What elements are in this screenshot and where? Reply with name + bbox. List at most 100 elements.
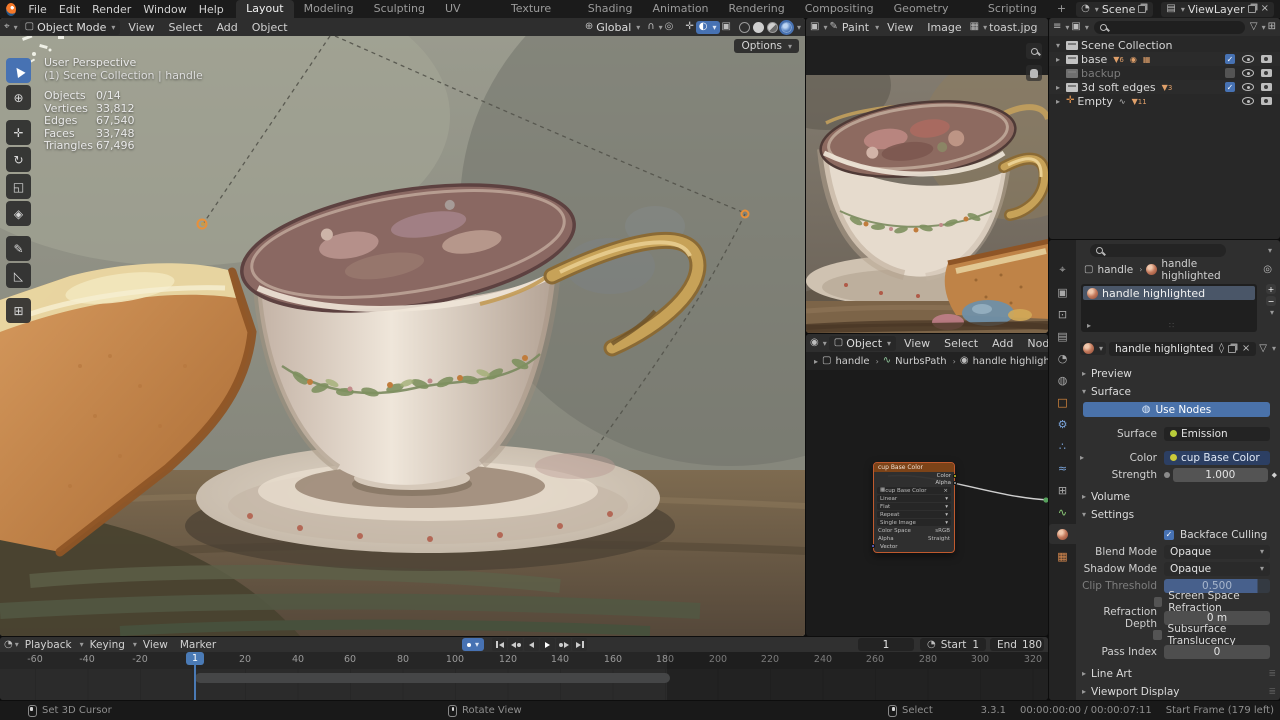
viewport-menu-object[interactable]: Object [246, 21, 294, 34]
collection-name[interactable]: Scene Collection [1081, 39, 1172, 52]
viewport-menu-add[interactable]: Add [210, 21, 243, 34]
panel-viewport-display[interactable]: ▸Viewport Display≣ [1080, 684, 1276, 699]
overlays-toggle[interactable]: ◐▾ [696, 21, 720, 34]
panel-line-art[interactable]: ▸Line Art≣ [1080, 666, 1276, 681]
node-image-selector[interactable]: ▦cup Base Color× [877, 487, 951, 494]
play-reverse-button[interactable] [524, 638, 539, 651]
disclosure-icon[interactable]: ▸ [1053, 55, 1063, 64]
tab-render-icon[interactable]: ▣ [1049, 282, 1076, 302]
new-collection-icon[interactable]: ⊞ [1268, 22, 1276, 32]
gizmo-toggle-icon[interactable]: ✛ [685, 22, 693, 32]
material-slot-list[interactable]: handle highlighted ▸ ∷ [1081, 284, 1257, 332]
panel-preview[interactable]: ▸Preview [1080, 366, 1276, 381]
mode-dropdown[interactable]: ▢ Object Mode ▾ [20, 20, 121, 35]
alpha-socket-icon[interactable] [953, 481, 957, 485]
node-projection-dropdown[interactable]: Flat▾ [877, 503, 951, 510]
hide-eye-icon[interactable] [1242, 97, 1254, 105]
shading-rendered-icon[interactable] [781, 22, 792, 33]
image-menu-image[interactable]: Image [921, 21, 967, 34]
sss-checkbox[interactable] [1153, 630, 1162, 640]
workspace-tab-modeling[interactable]: Modeling [294, 0, 364, 18]
jump-to-end-button[interactable] [572, 638, 587, 651]
strength-slider[interactable]: 1.000 [1173, 468, 1268, 482]
tab-modifiers-icon[interactable]: ⚙ [1049, 414, 1076, 434]
material-browse-dropdown[interactable]: ▾ [1080, 342, 1106, 355]
workspace-tab-scripting[interactable]: Scripting [978, 0, 1047, 18]
workspace-tab-layout[interactable]: Layout [236, 0, 293, 18]
proportional-edit-icon[interactable]: ◎ [665, 22, 674, 32]
tool-add-cube[interactable]: ⊞ [6, 298, 31, 323]
tool-transform[interactable]: ◈ [6, 201, 31, 226]
tab-tool-icon[interactable]: ⌖ [1049, 260, 1076, 280]
end-frame-field[interactable]: End180 [990, 638, 1044, 651]
tab-scene-icon[interactable]: ◔ [1049, 348, 1076, 368]
collection-name[interactable]: backup [1081, 67, 1121, 80]
toast-image-preview[interactable] [806, 75, 1048, 333]
shader-menu-view[interactable]: View [898, 337, 936, 350]
unlink-icon[interactable]: × [1242, 344, 1250, 354]
surface-shader-field[interactable]: Emission [1164, 427, 1270, 441]
node-extension-dropdown[interactable]: Repeat▾ [877, 511, 951, 518]
breadcrumb-object[interactable]: handle [835, 356, 869, 367]
new-scene-icon[interactable] [1138, 5, 1146, 13]
backface-culling-checkbox[interactable]: ✓ [1164, 530, 1174, 540]
remove-view-layer-icon[interactable]: × [1261, 4, 1269, 14]
jump-to-start-button[interactable] [492, 638, 507, 651]
outliner-row-base[interactable]: ▸ base ▼6 ◉ ▦ ✓ [1049, 52, 1280, 66]
viewport-menu-select[interactable]: Select [163, 21, 209, 34]
workspace-tab-texture-paint[interactable]: Texture Paint [501, 0, 578, 18]
vector-socket-icon[interactable] [871, 544, 875, 548]
exclude-checkbox[interactable]: ✓ [1225, 54, 1235, 64]
pin-icon[interactable]: ◎ [1263, 265, 1272, 275]
disclosure-icon[interactable]: ▸ [1053, 97, 1063, 106]
render-camera-icon[interactable] [1261, 83, 1272, 91]
tool-rotate[interactable]: ↻ [6, 147, 31, 172]
disclosure-icon[interactable]: ▸ [1053, 83, 1063, 92]
tab-object-icon[interactable]: □ [1049, 392, 1076, 412]
close-icon[interactable]: × [943, 488, 948, 494]
breadcrumb-material[interactable]: handle highlighted [973, 356, 1048, 367]
auto-keyframe-button[interactable]: ▾ [462, 638, 484, 651]
menu-edit[interactable]: Edit [53, 3, 86, 16]
options-dropdown[interactable]: Options ▾ [734, 39, 799, 53]
node-interpolation-dropdown[interactable]: Linear▾ [877, 495, 951, 502]
viewport-menu-view[interactable]: View [122, 21, 160, 34]
workspace-tab-geometry-nodes[interactable]: Geometry Nodes [884, 0, 978, 18]
image-texture-node[interactable]: cup Base Color Color Alpha ▦cup Base Col… [873, 462, 955, 553]
view-layer-selector[interactable]: ▤ ▾ ViewLayer × [1161, 2, 1274, 17]
shading-material-icon[interactable] [767, 22, 778, 33]
exclude-checkbox[interactable] [1225, 68, 1235, 78]
hide-eye-icon[interactable] [1242, 83, 1254, 91]
object-name[interactable]: Empty [1077, 95, 1112, 108]
timeline-menu-keying[interactable]: Keying [84, 639, 131, 651]
copy-material-icon[interactable] [1228, 345, 1236, 353]
hide-eye-icon[interactable] [1242, 69, 1254, 77]
tool-cursor[interactable]: ⊕ [6, 85, 31, 110]
fake-user-icon[interactable]: ◊ [1219, 344, 1224, 354]
outliner-row-empty[interactable]: ▸ ✛ Empty ∿ ▼11 [1049, 94, 1280, 108]
filter-icon[interactable]: ▽ [1250, 22, 1258, 32]
outliner-row-3d-soft-edges[interactable]: ▸ 3d soft edges ▼3 ✓ [1049, 80, 1280, 94]
render-camera-icon[interactable] [1261, 69, 1272, 77]
disclosure-icon[interactable]: ▾ [1053, 41, 1063, 50]
zoom-tool-button[interactable] [1026, 43, 1042, 59]
image-datablock-icon[interactable]: ▦ [970, 22, 979, 32]
workspace-tab-sculpting[interactable]: Sculpting [364, 0, 435, 18]
timeline-menu-marker[interactable]: Marker [174, 639, 222, 651]
hide-eye-icon[interactable] [1242, 55, 1254, 63]
breadcrumb-object[interactable]: handle [1097, 264, 1133, 276]
prev-keyframe-button[interactable] [508, 638, 523, 651]
node-source-dropdown[interactable]: Single Image▾ [877, 519, 951, 526]
keyframe-diamond-icon[interactable]: ◆ [1272, 471, 1277, 479]
workspace-tab-animation[interactable]: Animation [642, 0, 718, 18]
menu-render[interactable]: Render [86, 3, 137, 16]
new-view-layer-icon[interactable] [1248, 5, 1256, 13]
add-workspace-button[interactable]: + [1047, 0, 1076, 18]
tool-scale[interactable]: ◱ [6, 174, 31, 199]
timeline-menu-view[interactable]: View [137, 639, 174, 651]
add-slot-button[interactable]: + [1266, 284, 1276, 294]
shader-menu-node[interactable]: Node [1021, 337, 1048, 350]
collection-name[interactable]: 3d soft edges [1081, 81, 1156, 94]
menu-window[interactable]: Window [137, 3, 192, 16]
color-input-field[interactable]: cup Base Color [1164, 451, 1270, 465]
